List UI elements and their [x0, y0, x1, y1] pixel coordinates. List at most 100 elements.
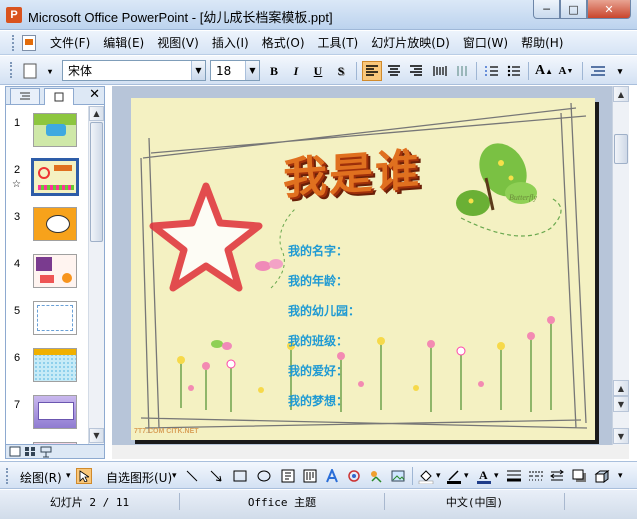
slide-thumbnail-7[interactable]: 7	[6, 395, 89, 435]
maximize-button[interactable]: □	[560, 0, 587, 19]
oval-tool-icon[interactable]	[256, 468, 272, 484]
minimize-button[interactable]: ─	[533, 0, 560, 19]
scroll-down-icon[interactable]: ▼	[89, 428, 104, 443]
align-right-button[interactable]	[406, 61, 426, 81]
menu-slideshow[interactable]: 幻灯片放映(D)	[371, 34, 459, 51]
chevron-down-icon[interactable]: ▾	[66, 471, 71, 481]
line-tool-icon[interactable]	[184, 468, 200, 484]
toolbar-grip[interactable]	[6, 468, 10, 484]
thumbnail-scrollbar[interactable]: ▲ ▼	[88, 106, 104, 444]
field-name[interactable]: 我的名字：	[288, 242, 348, 259]
next-slide-icon[interactable]: ▼	[613, 396, 629, 412]
scroll-thumb[interactable]	[90, 122, 103, 242]
slide-editing-area: 我是谁 Butterfly 我的名字： 我的年龄： 我的幼儿园： 我的班级： 我…	[112, 86, 612, 445]
close-button[interactable]: ✕	[587, 0, 631, 19]
menu-file[interactable]: 文件(F)	[50, 34, 99, 51]
status-theme[interactable]: Office 主题	[180, 493, 385, 510]
dash-style-icon[interactable]	[528, 468, 544, 484]
grow-font-button[interactable]: A ▲	[534, 61, 554, 81]
toolbar-grip[interactable]	[10, 62, 14, 78]
font-color-icon[interactable]: A	[476, 468, 492, 484]
toolbar-options-icon[interactable]: ▾	[610, 61, 630, 81]
chevron-down-icon[interactable]: ▼	[191, 61, 205, 80]
tab-outline[interactable]	[10, 88, 40, 104]
field-kindergarten[interactable]: 我的幼儿园：	[288, 302, 360, 319]
menu-help[interactable]: 帮助(H)	[521, 34, 572, 51]
textbox-tool-icon[interactable]	[280, 468, 296, 484]
menubar-grip[interactable]	[12, 34, 16, 51]
slide-thumbnail-3[interactable]: 3	[6, 207, 89, 247]
fill-color-icon[interactable]	[418, 468, 434, 484]
font-name-combo[interactable]: 宋体 ▼	[62, 60, 206, 81]
menu-tools[interactable]: 工具(T)	[318, 34, 368, 51]
select-pointer-icon[interactable]	[76, 468, 92, 484]
draw-menu-button[interactable]: 绘图(R)	[20, 469, 62, 486]
menu-insert[interactable]: 插入(I)	[212, 34, 258, 51]
outline-icon[interactable]	[588, 61, 608, 81]
slide-thumbnail-8[interactable]	[6, 442, 89, 444]
powerpoint-app-icon[interactable]: P	[6, 7, 22, 23]
clipart-icon[interactable]	[368, 468, 384, 484]
arrow-tool-icon[interactable]	[208, 468, 224, 484]
slide-thumbnail-2[interactable]: 2 ☆	[6, 158, 89, 200]
vertical-textbox-icon[interactable]	[302, 468, 318, 484]
slide-thumbnail-6[interactable]: 6	[6, 348, 89, 388]
distributed-align-icon[interactable]	[430, 61, 450, 81]
document-icon[interactable]	[22, 34, 36, 51]
numbering-icon[interactable]	[482, 61, 502, 81]
shadow-style-icon[interactable]	[572, 468, 588, 484]
previous-slide-icon[interactable]: ▲	[613, 380, 629, 396]
scroll-down-icon[interactable]: ▼	[613, 428, 629, 444]
field-dream[interactable]: 我的梦想：	[288, 392, 348, 409]
slide-scrollbar[interactable]: ▲ ▲ ▼ ▼	[612, 86, 629, 445]
scroll-up-icon[interactable]: ▲	[613, 86, 629, 102]
font-size-combo[interactable]: 18 ▼	[210, 60, 260, 81]
slide-number: 2	[14, 164, 21, 176]
line-style-icon[interactable]	[506, 468, 522, 484]
autoshapes-menu-button[interactable]: 自选图形(U)	[106, 469, 172, 486]
bold-button[interactable]: B	[264, 61, 284, 81]
picture-icon[interactable]	[390, 468, 406, 484]
slide-thumbnail-1[interactable]: 1	[6, 113, 89, 153]
field-age[interactable]: 我的年龄：	[288, 272, 348, 289]
chevron-down-icon[interactable]: ▾	[172, 471, 177, 481]
arrow-style-icon[interactable]	[550, 468, 566, 484]
diagram-icon[interactable]	[346, 468, 362, 484]
chevron-down-icon[interactable]: ▼	[245, 61, 259, 80]
chevron-down-icon[interactable]: ▾	[494, 471, 499, 481]
italic-button[interactable]: I	[286, 61, 306, 81]
align-left-button[interactable]	[362, 61, 382, 81]
current-slide[interactable]: 我是谁 Butterfly 我的名字： 我的年龄： 我的幼儿园： 我的班级： 我…	[131, 98, 595, 440]
wordart-icon[interactable]	[324, 468, 340, 484]
chevron-down-icon[interactable]: ▾	[464, 471, 469, 481]
rectangle-tool-icon[interactable]	[232, 468, 248, 484]
toolbar-divider	[476, 62, 477, 80]
align-center-button[interactable]	[384, 61, 404, 81]
menu-edit[interactable]: 编辑(E)	[103, 34, 153, 51]
text-direction-icon[interactable]	[452, 61, 472, 81]
field-hobby[interactable]: 我的爱好：	[288, 362, 348, 379]
new-slide-icon[interactable]	[20, 61, 40, 81]
underline-button[interactable]: U	[308, 61, 328, 81]
toolbar-options-icon[interactable]: ▾	[618, 471, 623, 481]
slide-thumbnail-5[interactable]: 5	[6, 301, 89, 341]
slide-thumbnail-4[interactable]: 4	[6, 254, 89, 294]
shrink-font-button[interactable]: A ▼	[556, 61, 576, 81]
slide-number: 5	[14, 305, 21, 317]
field-class[interactable]: 我的班级：	[288, 332, 348, 349]
scroll-thumb[interactable]	[614, 134, 628, 164]
slide-number: 6	[14, 352, 21, 364]
menu-format[interactable]: 格式(O)	[262, 34, 314, 51]
line-color-icon[interactable]	[446, 468, 462, 484]
scroll-up-icon[interactable]: ▲	[89, 106, 104, 121]
toolbar-options-icon[interactable]: ▾	[40, 61, 60, 81]
tab-slides[interactable]	[44, 88, 74, 105]
close-icon[interactable]: ✕	[89, 87, 100, 102]
slide-title[interactable]: 我是谁	[283, 133, 421, 207]
3d-style-icon[interactable]	[594, 468, 610, 484]
chevron-down-icon[interactable]: ▾	[436, 471, 441, 481]
menu-view[interactable]: 视图(V)	[157, 34, 208, 51]
shadow-button[interactable]: S	[331, 61, 351, 81]
menu-window[interactable]: 窗口(W)	[463, 34, 517, 51]
bullets-icon[interactable]	[504, 61, 524, 81]
